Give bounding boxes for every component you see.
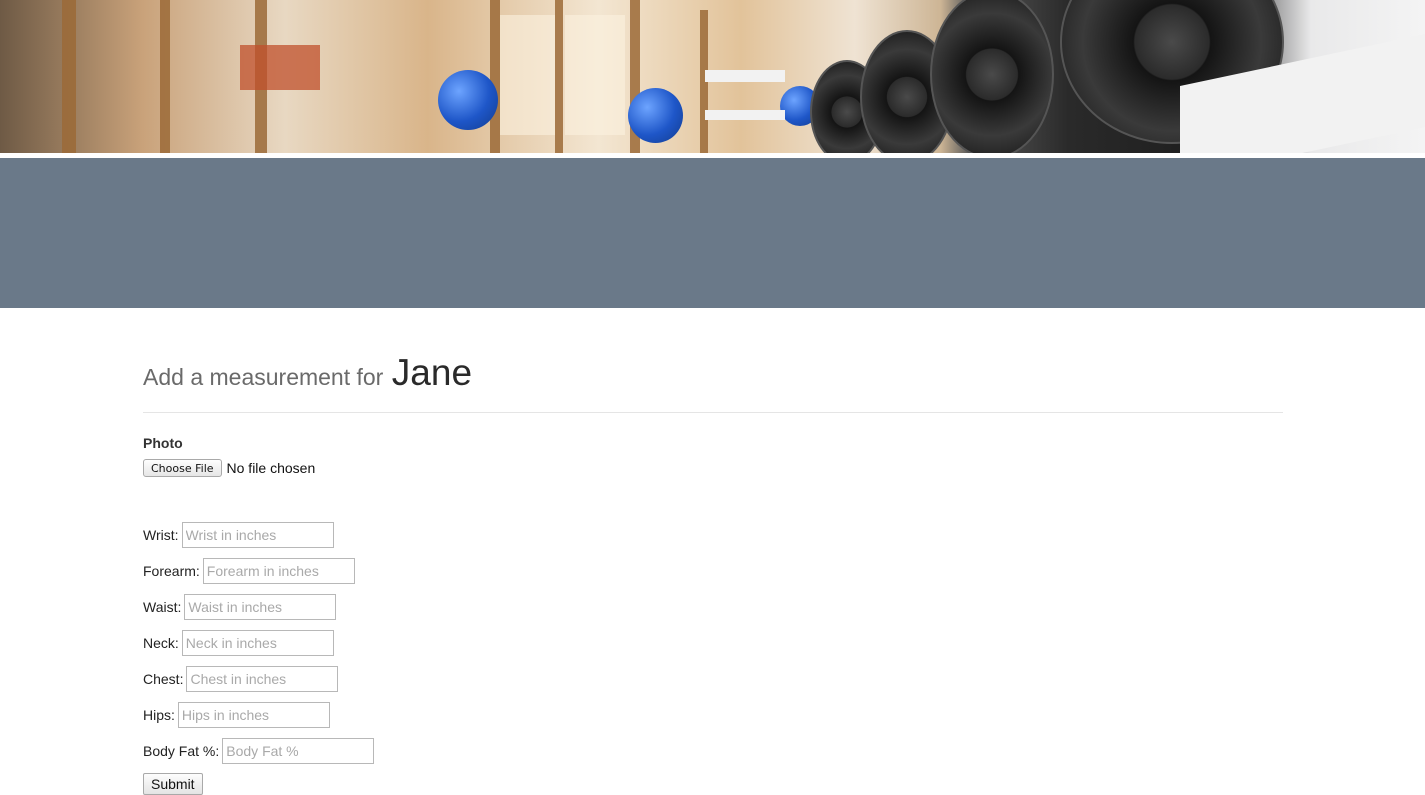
- hero-gym-image: [0, 0, 1425, 153]
- wrist-label: Wrist:: [143, 527, 179, 543]
- neck-row: Neck:: [143, 625, 1283, 661]
- wrist-input[interactable]: [181, 522, 334, 548]
- body-fat-label: Body Fat %:: [143, 743, 220, 759]
- user-name: Jane: [391, 352, 473, 393]
- body-fat-input[interactable]: [222, 738, 375, 764]
- neck-label: Neck:: [143, 635, 179, 651]
- chest-label: Chest:: [143, 671, 184, 687]
- measurement-fields: Wrist: Forearm: Waist: Neck: Chest: Hips…: [143, 517, 1283, 769]
- photo-file-input[interactable]: Choose File No file chosen: [143, 459, 1283, 477]
- hips-input[interactable]: [177, 702, 330, 728]
- forearm-input[interactable]: [202, 558, 355, 584]
- hips-row: Hips:: [143, 697, 1283, 733]
- forearm-label: Forearm:: [143, 563, 200, 579]
- hips-label: Hips:: [143, 707, 175, 723]
- submit-button[interactable]: Submit: [143, 773, 203, 795]
- forearm-row: Forearm:: [143, 553, 1283, 589]
- body-fat-row: Body Fat %:: [143, 733, 1283, 769]
- file-status: No file chosen: [226, 460, 316, 476]
- measurement-form: Add a measurement for Jane Photo Choose …: [143, 352, 1283, 795]
- chest-input[interactable]: [186, 666, 339, 692]
- waist-label: Waist:: [143, 599, 182, 615]
- heading-lead: Add a measurement for: [143, 364, 384, 390]
- wrist-row: Wrist:: [143, 517, 1283, 553]
- neck-input[interactable]: [181, 630, 334, 656]
- chest-row: Chest:: [143, 661, 1283, 697]
- waist-input[interactable]: [184, 594, 337, 620]
- choose-file-button[interactable]: Choose File: [143, 459, 222, 477]
- header-band: [0, 158, 1425, 308]
- page-heading: Add a measurement for Jane: [143, 352, 1283, 413]
- photo-label: Photo: [143, 435, 183, 451]
- waist-row: Waist:: [143, 589, 1283, 625]
